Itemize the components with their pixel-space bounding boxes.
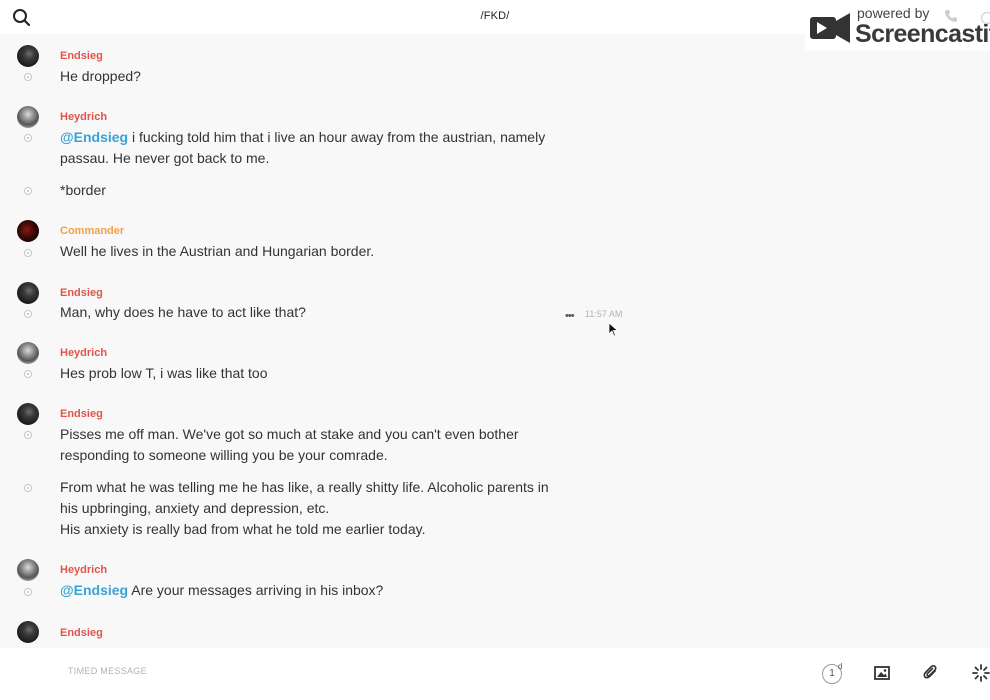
avatar[interactable] (17, 403, 39, 425)
message-author[interactable]: Endsieg (60, 50, 103, 62)
read-status-icon (24, 249, 32, 257)
timed-message-input[interactable]: TIMED MESSAGE (68, 666, 147, 676)
read-status-icon (24, 370, 32, 378)
loading-icon[interactable] (972, 664, 990, 687)
message-text: His anxiety is really bad from what he t… (60, 521, 426, 537)
message-author[interactable]: Heydrich (60, 564, 107, 576)
watermark-powered-by: powered by (857, 5, 930, 21)
read-status-icon (24, 484, 32, 492)
timer-unit-label: d (838, 662, 843, 671)
message-body: i fucking told him that i live an hour a… (60, 129, 546, 166)
mention-link[interactable]: @Endsieg (60, 129, 128, 145)
message-text: Well he lives in the Austrian and Hungar… (60, 243, 375, 259)
read-status-icon (24, 134, 32, 142)
avatar[interactable] (17, 282, 39, 304)
paperclip-icon[interactable] (923, 664, 939, 687)
read-status-icon (24, 187, 32, 195)
avatar[interactable] (17, 220, 39, 242)
phone-icon[interactable] (944, 9, 958, 28)
read-status-icon (24, 431, 32, 439)
message-text: He dropped? (60, 68, 141, 84)
message-author[interactable]: Commander (60, 225, 124, 237)
message-author[interactable]: Heydrich (60, 111, 107, 123)
message-list: Endsieg He dropped? Heydrich @Endsieg i … (0, 34, 990, 648)
message-timestamp: 11:57 AM (585, 309, 623, 319)
message-text: Pisses me off man. We've got so much at … (60, 426, 519, 463)
message-text: @Endsieg Are your messages arriving in h… (60, 580, 570, 601)
read-status-icon (24, 588, 32, 596)
read-status-icon (24, 310, 32, 318)
message-text: Hes prob low T, i was like that too (60, 365, 268, 381)
read-status-icon (24, 73, 32, 81)
info-icon[interactable] (981, 12, 990, 24)
message-body: Are your messages arriving in his inbox? (128, 582, 384, 598)
message-author[interactable]: Endsieg (60, 287, 103, 299)
avatar[interactable] (17, 621, 39, 643)
cursor-icon (608, 322, 619, 342)
message-author[interactable]: Endsieg (60, 627, 103, 639)
image-icon[interactable] (874, 665, 890, 686)
message-text: From what he was telling me he has like,… (60, 479, 549, 516)
message-text: @Endsieg i fucking told him that i live … (60, 127, 570, 169)
message-author[interactable]: Heydrich (60, 347, 107, 359)
avatar[interactable] (17, 559, 39, 581)
avatar[interactable] (17, 342, 39, 364)
message-author[interactable]: Endsieg (60, 408, 103, 420)
message-more-icon[interactable]: ••• (565, 310, 575, 322)
composer-bar: TIMED MESSAGE 1 d (0, 648, 990, 700)
message-text: *border (60, 182, 106, 198)
message-text: Man, why does he have to act like that? (60, 304, 306, 320)
avatar[interactable] (17, 45, 39, 67)
avatar[interactable] (17, 106, 39, 128)
mention-link[interactable]: @Endsieg (60, 582, 128, 598)
